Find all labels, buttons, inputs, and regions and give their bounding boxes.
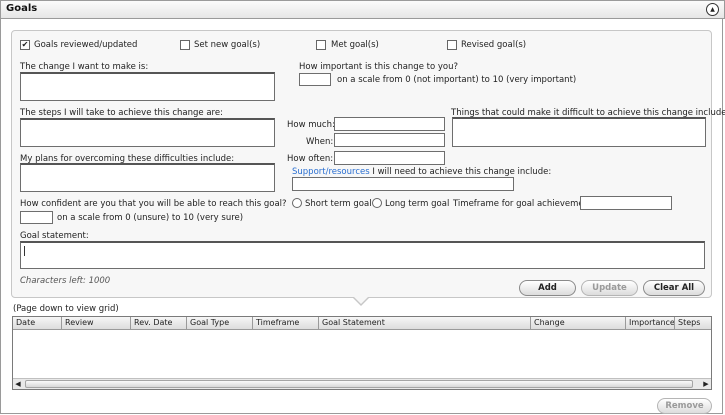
confidence-input[interactable] xyxy=(20,211,53,224)
chevron-up-circle-icon[interactable]: ▲ xyxy=(706,3,719,16)
text-cursor xyxy=(24,246,25,256)
set-new-goal-checkbox[interactable] xyxy=(180,40,190,50)
long-term-label: Long term goal xyxy=(385,199,450,209)
met-goal-label: Met goal(s) xyxy=(331,40,379,50)
support-input[interactable] xyxy=(292,177,514,191)
col-header-importance[interactable]: Importance xyxy=(626,317,675,329)
clear-all-button[interactable]: Clear All xyxy=(643,280,705,296)
goals-reviewed-label: Goals reviewed/updated xyxy=(34,40,138,50)
plans-textarea[interactable] xyxy=(20,163,275,192)
section-title: Goals xyxy=(6,3,38,14)
timeframe-label: Timeframe for goal achievement: xyxy=(453,199,596,209)
when-label: When: xyxy=(306,137,334,147)
timeframe-input[interactable] xyxy=(580,196,672,210)
horizontal-scrollbar[interactable]: ◀ ▶ xyxy=(13,378,711,389)
checkmark-icon: ✔ xyxy=(21,40,29,49)
scrollbar-thumb[interactable] xyxy=(25,380,693,388)
col-header-steps[interactable]: Steps xyxy=(675,317,711,329)
goal-statement-textarea[interactable] xyxy=(20,241,705,269)
set-new-goal-label: Set new goal(s) xyxy=(194,40,261,50)
update-button[interactable]: Update xyxy=(581,280,638,296)
importance-input[interactable] xyxy=(299,73,331,86)
short-term-radio[interactable] xyxy=(292,198,302,208)
col-header-goal-type[interactable]: Goal Type xyxy=(187,317,253,329)
met-goal-checkbox[interactable] xyxy=(316,40,326,50)
revised-goal-checkbox[interactable] xyxy=(447,40,457,50)
steps-label: The steps I will take to achieve this ch… xyxy=(20,108,223,118)
short-term-label: Short term goal xyxy=(305,199,372,209)
panel-pointer-fill xyxy=(353,296,369,304)
add-button[interactable]: Add xyxy=(519,280,576,296)
characters-left: Characters left: 1000 xyxy=(20,276,111,286)
importance-scale-label: on a scale from 0 (not important) to 10 … xyxy=(337,75,577,85)
col-header-date[interactable]: Date xyxy=(13,317,62,329)
how-much-input[interactable] xyxy=(334,117,445,131)
long-term-radio[interactable] xyxy=(372,198,382,208)
grid-hint: (Page down to view grid) xyxy=(13,304,119,314)
col-header-review[interactable]: Review xyxy=(62,317,131,329)
when-input[interactable] xyxy=(334,133,445,147)
statement-label: Goal statement: xyxy=(20,231,89,241)
col-header-timeframe[interactable]: Timeframe xyxy=(253,317,319,329)
support-label: Support/resources I will need to achieve… xyxy=(292,167,551,177)
support-resources-link[interactable]: Support/resources xyxy=(292,167,370,177)
how-much-label: How much: xyxy=(287,120,335,130)
steps-textarea[interactable] xyxy=(20,118,275,147)
importance-label: How important is this change to you? xyxy=(299,62,458,72)
grid-header-row: Date Review Rev. Date Goal Type Timefram… xyxy=(13,317,711,330)
remove-button[interactable]: Remove xyxy=(657,398,712,414)
col-header-change[interactable]: Change xyxy=(531,317,626,329)
goals-reviewed-checkbox[interactable]: ✔ xyxy=(20,40,30,50)
confidence-scale-label: on a scale from 0 (unsure) to 10 (very s… xyxy=(57,213,244,223)
scroll-right-arrow-icon[interactable]: ▶ xyxy=(701,379,711,389)
how-often-label: How often: xyxy=(287,154,334,164)
revised-goal-label: Revised goal(s) xyxy=(461,40,527,50)
support-label-rest: I will need to achieve this change inclu… xyxy=(369,167,552,177)
difficulties-textarea[interactable] xyxy=(452,117,706,147)
col-header-goal-statement[interactable]: Goal Statement xyxy=(319,317,531,329)
section-header: Goals ▲ xyxy=(0,0,725,19)
how-often-input[interactable] xyxy=(334,151,445,165)
col-header-rev-date[interactable]: Rev. Date xyxy=(131,317,187,329)
change-label: The change I want to make is: xyxy=(20,62,149,72)
goals-grid[interactable]: Date Review Rev. Date Goal Type Timefram… xyxy=(12,316,712,390)
confidence-label: How confident are you that you will be a… xyxy=(20,199,287,209)
change-textarea[interactable] xyxy=(20,72,275,101)
scroll-left-arrow-icon[interactable]: ◀ xyxy=(13,379,23,389)
